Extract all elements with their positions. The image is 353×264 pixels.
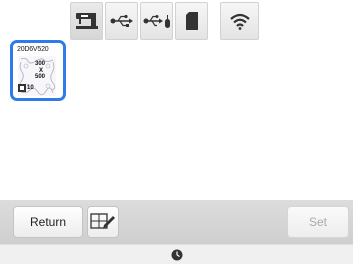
tab-sd-card[interactable] [175,2,208,40]
color-count-icon [18,84,26,92]
return-button[interactable]: Return [13,206,83,238]
clock-icon [171,249,182,260]
edit-pattern-button[interactable] [87,206,119,238]
embroidery-file-item[interactable]: 20D6V520 300 X 500 10 [10,40,66,101]
tab-usb-mouse[interactable] [140,2,173,40]
pattern-height: 500 [35,74,46,80]
usb-mouse-icon [143,15,170,28]
source-tab-bar [0,0,353,42]
status-bar [0,244,353,264]
tab-machine-memory[interactable] [70,2,103,40]
wifi-icon [229,13,250,30]
edit-pattern-icon [90,213,115,229]
set-button[interactable]: Set [287,206,349,238]
file-name: 20D6V520 [17,46,49,53]
pattern-width: 300 [35,61,46,67]
bottom-toolbar: Return Set [0,200,353,244]
color-count: 10 [27,85,34,91]
tab-usb[interactable] [105,2,138,40]
usb-icon [110,14,133,27]
tab-wifi[interactable] [220,2,259,40]
sd-card-icon [185,12,198,30]
machine-memory-icon [75,13,98,29]
